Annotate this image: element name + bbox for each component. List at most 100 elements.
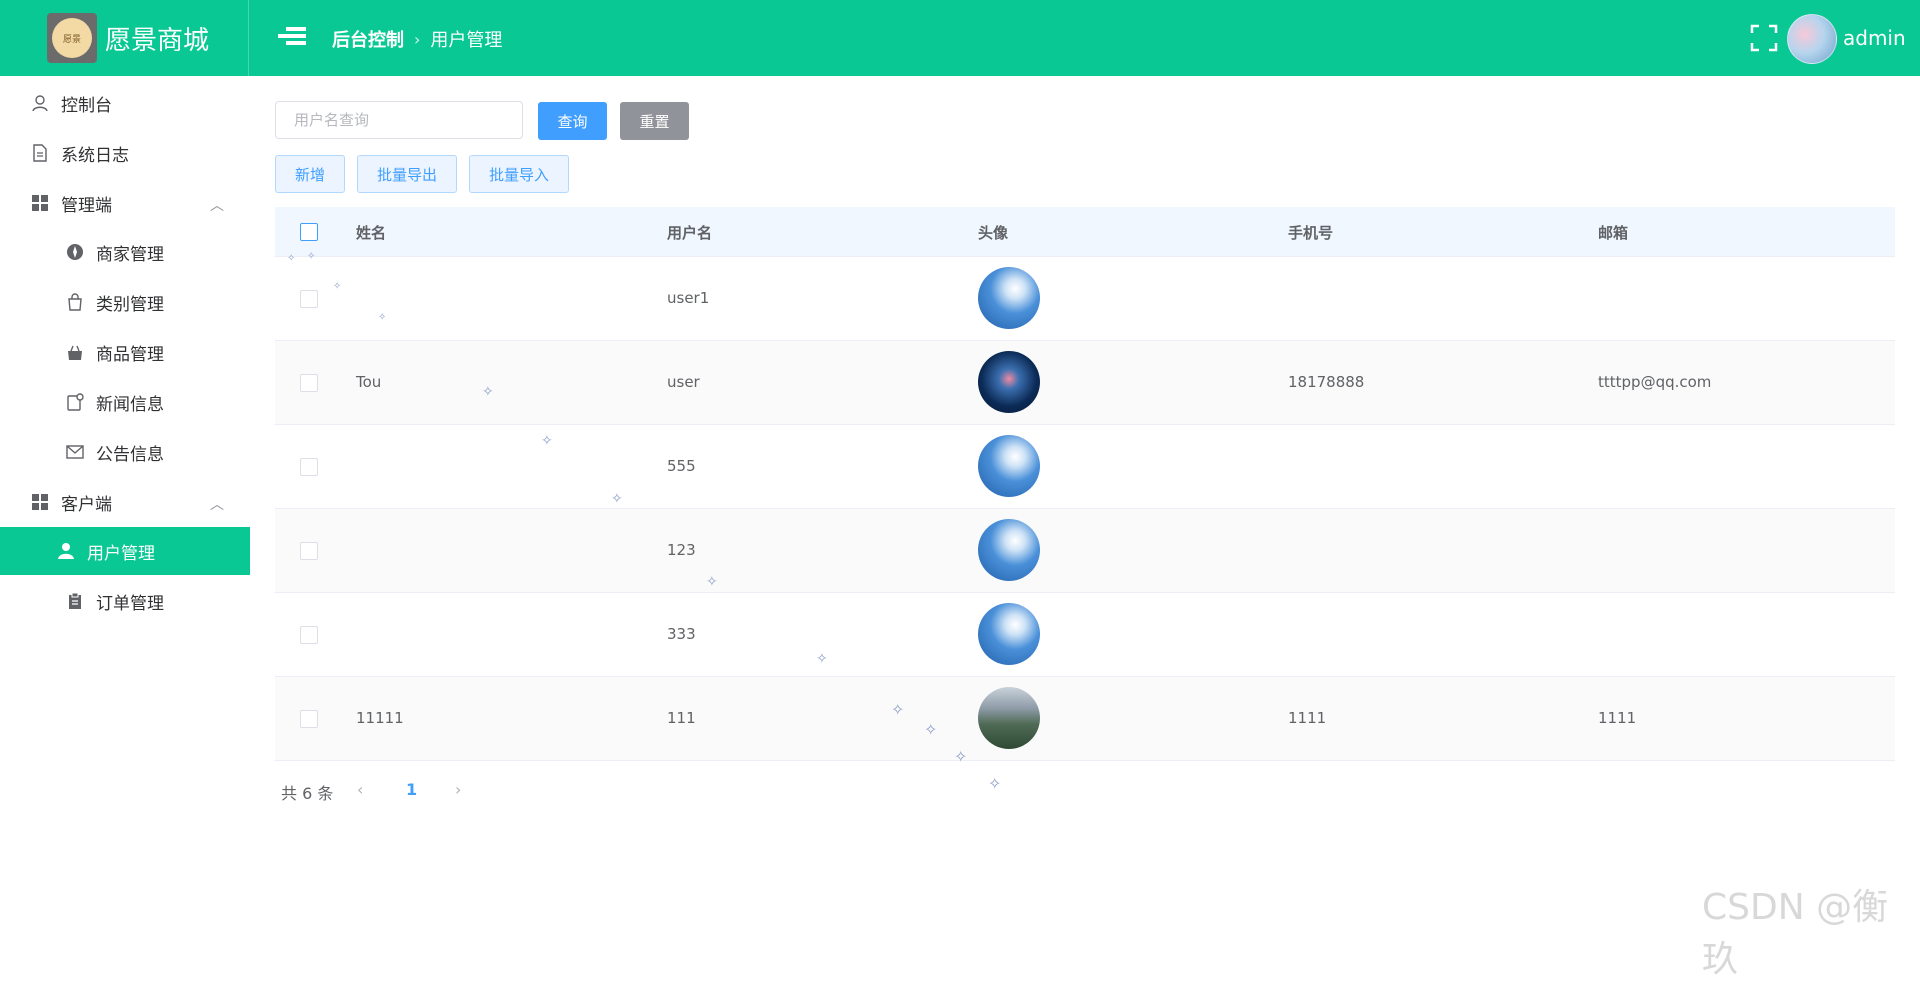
sparkle-icon: ✧ (706, 574, 718, 590)
batch-import-button[interactable]: 批量导入 (469, 155, 569, 193)
sparkle-icon: ✧ (307, 251, 316, 262)
column-header-avatar: 头像 (978, 224, 1009, 242)
breadcrumb-home[interactable]: 后台控制 (332, 26, 404, 52)
sparkle-icon: ✧ (378, 312, 387, 323)
sidebar-item-dashboard[interactable]: 控制台 (0, 79, 250, 127)
user-avatar-image[interactable] (978, 603, 1040, 665)
row-checkbox[interactable] (300, 374, 318, 392)
sparkle-icon: ✧ (333, 281, 342, 292)
user-table: 姓名 用户名 头像 手机号 邮箱 user1 Tou user 18178888… (275, 207, 1895, 761)
table-row[interactable]: 333 (275, 593, 1895, 677)
sidebar-group-client[interactable]: 客户端 ︿ (0, 478, 250, 526)
table-row[interactable]: Tou user 18178888 ttttpp@qq.com (275, 341, 1895, 425)
column-header-username: 用户名 (667, 224, 713, 242)
sidebar-item-label: 类别管理 (96, 294, 164, 315)
cell-avatar (978, 519, 1040, 581)
user-avatar-image[interactable] (978, 687, 1040, 749)
cell-avatar (978, 351, 1040, 413)
batch-export-button[interactable]: 批量导出 (357, 155, 457, 193)
menu-toggle-icon[interactable] (278, 24, 306, 48)
fullscreen-icon[interactable] (1750, 24, 1778, 52)
row-checkbox[interactable] (300, 626, 318, 644)
row-checkbox[interactable] (300, 710, 318, 728)
sidebar-item-announcements[interactable]: 公告信息 (0, 428, 250, 476)
chevron-up-icon: ︿ (210, 497, 224, 513)
cell-avatar (978, 435, 1040, 497)
clipboard-icon (65, 591, 85, 611)
row-checkbox[interactable] (300, 290, 318, 308)
logo-area: 愿景 愿景商城 (0, 0, 249, 76)
admin-avatar[interactable] (1787, 14, 1837, 64)
row-checkbox[interactable] (300, 458, 318, 476)
select-all-checkbox[interactable] (300, 223, 318, 241)
pagination-total: 共 6 条 (281, 784, 334, 803)
table-row[interactable]: user1 (275, 257, 1895, 341)
cell-avatar (978, 687, 1040, 749)
sparkle-icon: ✧ (924, 720, 938, 739)
sidebar-item-label: 商家管理 (96, 244, 164, 265)
sidebar-item-products[interactable]: 商品管理 (0, 328, 250, 376)
user-avatar-image[interactable] (978, 435, 1040, 497)
grid-icon (30, 193, 50, 213)
user-avatar-image[interactable] (978, 267, 1040, 329)
cell-name: Tou (356, 373, 382, 391)
page-number-button[interactable]: 1 (406, 780, 417, 799)
cell-username: 555 (667, 457, 696, 475)
table-header: 姓名 用户名 头像 手机号 邮箱 (275, 207, 1895, 257)
logo-text: 愿景 (62, 34, 81, 45)
reset-button[interactable]: 重置 (620, 102, 689, 140)
cell-phone: 18178888 (1288, 373, 1365, 391)
sidebar-item-label: 订单管理 (96, 593, 164, 614)
username-search-input[interactable] (275, 101, 523, 139)
table-row[interactable]: 123 (275, 509, 1895, 593)
mail-icon (65, 442, 85, 462)
sidebar-group-admin[interactable]: 管理端 ︿ (0, 179, 250, 227)
document-icon (30, 143, 50, 163)
news-icon (65, 392, 85, 412)
prev-page-button[interactable]: ‹ (357, 780, 363, 799)
sidebar-item-label: 控制台 (61, 95, 112, 116)
next-page-button[interactable]: › (455, 780, 461, 799)
sparkle-icon: ✧ (611, 491, 623, 507)
cell-username: 333 (667, 625, 696, 643)
column-header-name: 姓名 (356, 224, 387, 242)
query-button[interactable]: 查询 (538, 102, 607, 140)
table-row[interactable]: 555 (275, 425, 1895, 509)
cell-username: user1 (667, 289, 710, 307)
breadcrumb: 后台控制 › 用户管理 (332, 26, 502, 52)
sparkle-icon: ✧ (541, 433, 553, 449)
column-header-email: 邮箱 (1598, 224, 1629, 242)
sidebar-item-categories[interactable]: 类别管理 (0, 278, 250, 326)
sidebar-item-label: 用户管理 (87, 543, 155, 564)
sidebar-item-label: 新闻信息 (96, 394, 164, 415)
table-row[interactable]: 11111 111 1111 1111 (275, 677, 1895, 761)
user-outline-icon (30, 93, 50, 113)
sidebar-item-label: 商品管理 (96, 344, 164, 365)
sparkle-icon: ✧ (287, 253, 296, 264)
column-header-phone: 手机号 (1288, 224, 1334, 242)
user-avatar-image[interactable] (978, 519, 1040, 581)
sidebar-item-logs[interactable]: 系统日志 (0, 129, 250, 177)
admin-name[interactable]: admin (1843, 26, 1906, 50)
grid-icon (30, 492, 50, 512)
cell-phone: 1111 (1288, 709, 1327, 727)
sidebar-item-orders[interactable]: 订单管理 (0, 577, 250, 625)
brand-name: 愿景商城 (105, 25, 210, 56)
compass-icon (65, 242, 85, 262)
sidebar-item-users[interactable]: 用户管理 (0, 527, 250, 575)
sparkle-icon: ✧ (988, 774, 1002, 793)
user-filled-icon (56, 541, 76, 561)
chevron-up-icon: ︿ (210, 198, 224, 214)
cell-email: 1111 (1598, 709, 1637, 727)
sparkle-icon: ✧ (482, 384, 494, 400)
sidebar-item-label: 管理端 (61, 195, 112, 216)
add-button[interactable]: 新增 (275, 155, 345, 193)
sidebar-item-merchants[interactable]: 商家管理 (0, 228, 250, 276)
sidebar: 控制台 系统日志 管理端 ︿ 商家管理 类别管理 商品管理 新闻信息 公告信息 … (0, 76, 250, 934)
user-avatar-image[interactable] (978, 351, 1040, 413)
sparkle-icon: ✧ (954, 747, 968, 766)
sidebar-item-news[interactable]: 新闻信息 (0, 378, 250, 426)
row-checkbox[interactable] (300, 542, 318, 560)
sparkle-icon: ✧ (816, 651, 828, 667)
sidebar-item-label: 系统日志 (61, 145, 129, 166)
